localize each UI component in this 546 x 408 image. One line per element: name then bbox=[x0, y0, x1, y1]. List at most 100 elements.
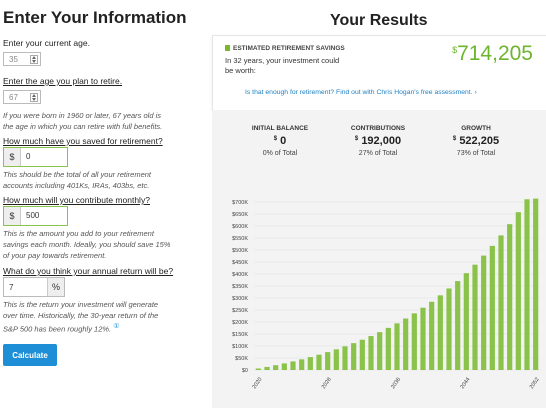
chart-bar[interactable] bbox=[255, 368, 261, 370]
chart-bar[interactable] bbox=[281, 363, 287, 370]
current-age-label: Enter your current age. bbox=[3, 38, 90, 48]
saved-value: 0 bbox=[26, 152, 31, 161]
chart-bar[interactable] bbox=[377, 332, 383, 370]
chart-bar[interactable] bbox=[351, 343, 357, 370]
chart-bar[interactable] bbox=[455, 281, 461, 370]
stat-growth: GROWTH $ 522,205 73% of Total bbox=[426, 125, 526, 157]
chart-bar[interactable] bbox=[420, 307, 426, 370]
x-tick-label: 2028 bbox=[321, 377, 333, 390]
stat-contributions: CONTRIBUTIONS $ 192,000 27% of Total bbox=[328, 125, 428, 157]
y-tick-label: $300K bbox=[232, 296, 248, 302]
chart-bar[interactable] bbox=[273, 365, 279, 370]
y-tick-label: $250K bbox=[232, 308, 248, 314]
stat-percent: 73% of Total bbox=[456, 150, 496, 157]
chart-bar[interactable] bbox=[342, 346, 348, 370]
monthly-help: This is the amount you add to your retir… bbox=[3, 229, 171, 260]
y-tick-label: $400K bbox=[232, 272, 248, 278]
stat-value: $ 0 bbox=[230, 135, 330, 147]
x-tick-label: 2020 bbox=[252, 377, 264, 390]
savings-caption-text: ESTIMATED RETIREMENT SAVINGS bbox=[233, 45, 345, 52]
x-tick-label: 2044 bbox=[460, 377, 472, 390]
stat-number: 0 bbox=[280, 135, 287, 147]
chart-bar[interactable] bbox=[411, 313, 417, 370]
current-age-value: 35 bbox=[9, 55, 18, 64]
chart-bar[interactable] bbox=[290, 361, 296, 370]
growth-chart: $0 $50K $100K $150K $200K $250K $300K $350K $400… bbox=[232, 198, 541, 390]
x-tick-label: 2052 bbox=[529, 377, 541, 390]
chart-bar[interactable] bbox=[385, 327, 391, 370]
y-tick-label: $500K bbox=[232, 248, 248, 254]
savings-caption: ESTIMATED RETIREMENT SAVINGS bbox=[225, 45, 345, 52]
retire-age-spinner[interactable] bbox=[30, 93, 38, 102]
input-form: Enter Your Information Enter your curren… bbox=[0, 0, 210, 408]
stat-heading: CONTRIBUTIONS bbox=[350, 125, 406, 132]
chart-bar[interactable] bbox=[524, 199, 530, 370]
x-tick-label: 2036 bbox=[390, 377, 402, 390]
chart-bar[interactable] bbox=[515, 212, 521, 370]
stat-percent: 27% of Total bbox=[358, 150, 398, 157]
stat-value: $ 522,205 bbox=[426, 135, 526, 147]
savings-total: $714,205 bbox=[452, 42, 533, 66]
return-value: 7 bbox=[9, 283, 14, 292]
return-input[interactable]: 7 % bbox=[3, 277, 65, 297]
y-tick-label: $0 bbox=[242, 368, 248, 374]
chart-bar[interactable] bbox=[489, 245, 495, 370]
y-tick-label: $200K bbox=[232, 320, 248, 326]
chart-bar[interactable] bbox=[446, 288, 452, 370]
current-age-spinner[interactable] bbox=[30, 55, 38, 64]
y-tick-label: $50K bbox=[235, 356, 248, 362]
chart-bar[interactable] bbox=[299, 359, 305, 370]
info-icon[interactable]: ① bbox=[113, 323, 119, 330]
stat-percent: 0% of Total bbox=[262, 150, 298, 157]
savings-value: 714,205 bbox=[457, 42, 533, 65]
y-tick-label: $150K bbox=[232, 332, 248, 338]
retire-age-input[interactable]: 67 bbox=[3, 90, 41, 104]
return-label: What do you think your annual return wil… bbox=[3, 266, 174, 276]
saved-help: This should be the total of all your ret… bbox=[3, 170, 151, 190]
chart-bar[interactable] bbox=[463, 273, 469, 370]
monthly-input[interactable]: $ 500 bbox=[3, 206, 68, 226]
results-card: ESTIMATED RETIREMENT SAVINGS In 32 years… bbox=[212, 35, 546, 111]
stat-number: 522,205 bbox=[459, 135, 500, 147]
chart-bar[interactable] bbox=[307, 357, 313, 370]
retire-age-value: 67 bbox=[9, 93, 18, 102]
assessment-link[interactable]: Is that enough for retirement? Find out … bbox=[245, 89, 477, 96]
y-tick-label: $550K bbox=[232, 236, 248, 242]
return-help-block: This is the return your investment will … bbox=[3, 299, 173, 335]
chart-bar[interactable] bbox=[437, 295, 443, 370]
monthly-label: How much will you contribute monthly? bbox=[3, 195, 150, 205]
y-tick-label: $600K bbox=[232, 224, 248, 230]
y-tick-label: $700K bbox=[232, 200, 248, 206]
chart-bar[interactable] bbox=[507, 224, 513, 370]
chart-bar[interactable] bbox=[333, 349, 339, 370]
current-age-input[interactable]: 35 bbox=[3, 52, 41, 66]
savings-currency: $ bbox=[452, 45, 458, 55]
stat-number: 192,000 bbox=[361, 135, 402, 147]
chart-bar[interactable] bbox=[429, 301, 435, 370]
return-help: This is the return your investment will … bbox=[3, 300, 159, 334]
monthly-value: 500 bbox=[26, 211, 40, 220]
chart-bar[interactable] bbox=[472, 264, 478, 370]
chart-bar[interactable] bbox=[368, 336, 374, 370]
chart-bar[interactable] bbox=[481, 255, 487, 370]
retire-age-label: Enter the age you plan to retire. bbox=[3, 76, 123, 86]
stat-heading: GROWTH bbox=[461, 125, 491, 132]
chart-bar[interactable] bbox=[264, 366, 270, 370]
chart-bar[interactable] bbox=[498, 235, 504, 370]
stat-heading: INITIAL BALANCE bbox=[251, 125, 309, 132]
chart-bar[interactable] bbox=[325, 352, 331, 370]
chart-bar[interactable] bbox=[403, 318, 409, 370]
y-tick-label: $100K bbox=[232, 344, 248, 350]
saved-currency-symbol: $ bbox=[4, 148, 21, 166]
chart-bar[interactable] bbox=[394, 323, 400, 370]
y-tick-label: $650K bbox=[232, 212, 248, 218]
stat-currency: $ bbox=[354, 136, 359, 142]
savings-description: In 32 years, your investment could be wo… bbox=[225, 56, 340, 75]
piggy-bank-icon bbox=[225, 45, 230, 51]
y-tick-label: $350K bbox=[232, 284, 248, 290]
chart-bar[interactable] bbox=[533, 198, 539, 370]
chart-bar[interactable] bbox=[359, 339, 365, 370]
chart-bar[interactable] bbox=[316, 354, 322, 370]
calculate-button[interactable]: Calculate bbox=[3, 344, 57, 366]
saved-input[interactable]: $ 0 bbox=[3, 147, 68, 167]
